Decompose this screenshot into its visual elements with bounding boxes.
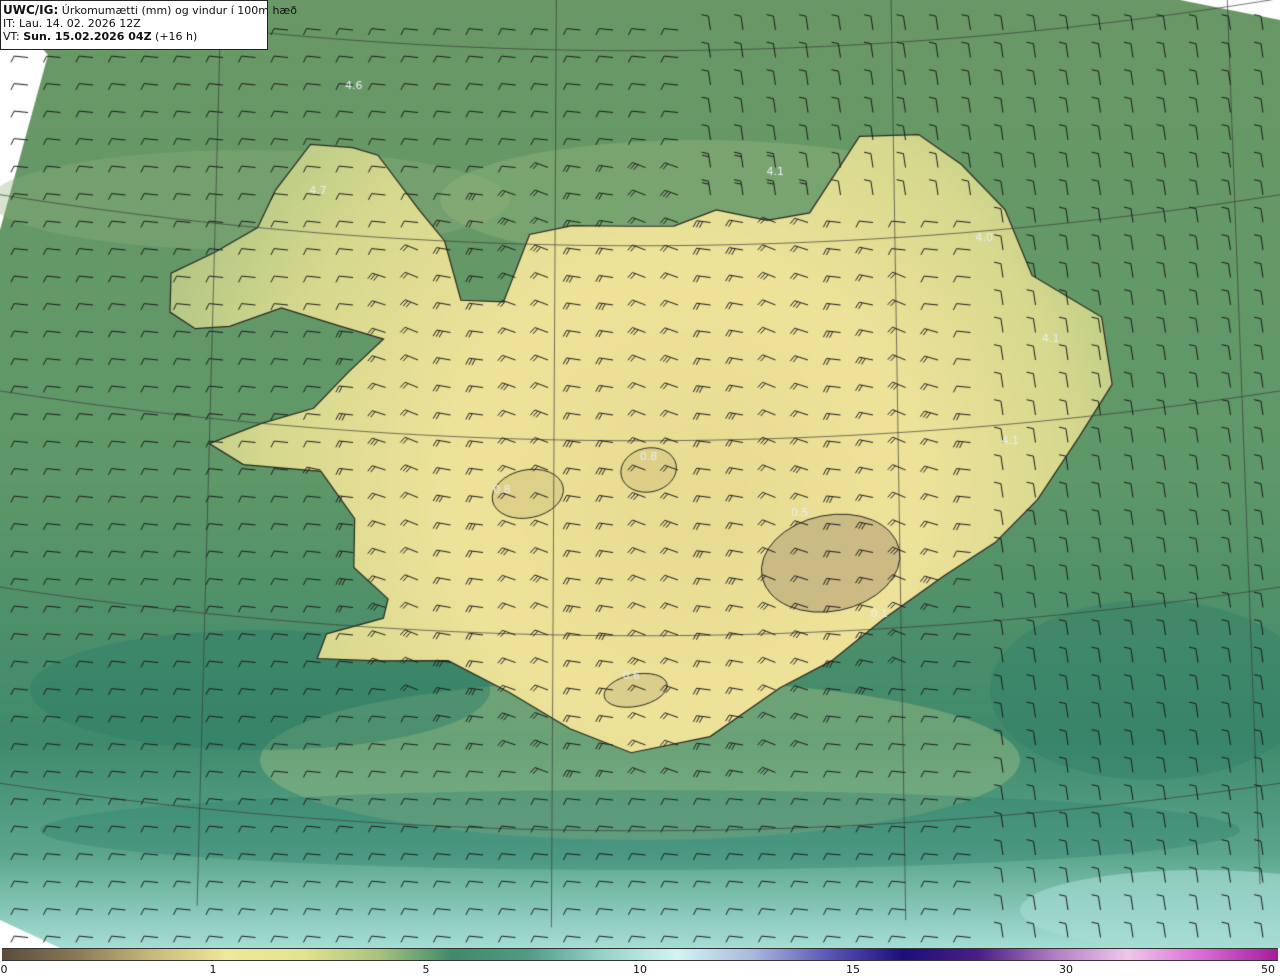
title-line-product: UWC/IG: Úrkomumætti (mm) og vindur í 100… [3, 3, 297, 18]
product-name: Úrkomumætti (mm) og vindur í 100m hæð [61, 4, 297, 17]
title-line-initial-time: IT: Lau. 14. 02. 2026 12Z [3, 17, 264, 30]
it-label: IT: [3, 17, 16, 30]
legend-color-bar [2, 948, 1278, 961]
it-value: Lau. 14. 02. 2026 12Z [18, 17, 141, 30]
vt-value: Sun. 15.02.2026 04Z [23, 30, 152, 43]
legend-tick-5: 5 [422, 963, 430, 976]
lead-time: (+16 h) [155, 30, 198, 43]
vt-label: VT: [3, 30, 20, 43]
title-line-valid-time: VT: Sun. 15.02.2026 04Z (+16 h) [3, 30, 264, 43]
legend-tick-1: 1 [209, 963, 217, 976]
legend-tick-30: 30 [1059, 963, 1073, 976]
color-legend: 0 1 5 10 15 30 50 [0, 948, 1280, 978]
legend-tick-0: 0 [0, 963, 8, 976]
map-title-box: UWC/IG: Úrkomumætti (mm) og vindur í 100… [0, 0, 297, 50]
precipitation-wind-map[interactable] [0, 0, 1280, 948]
legend-tick-50: 50 [1261, 963, 1275, 976]
model-name: UWC/IG: [3, 3, 59, 17]
legend-tick-10: 10 [633, 963, 647, 976]
legend-tick-15: 15 [846, 963, 860, 976]
